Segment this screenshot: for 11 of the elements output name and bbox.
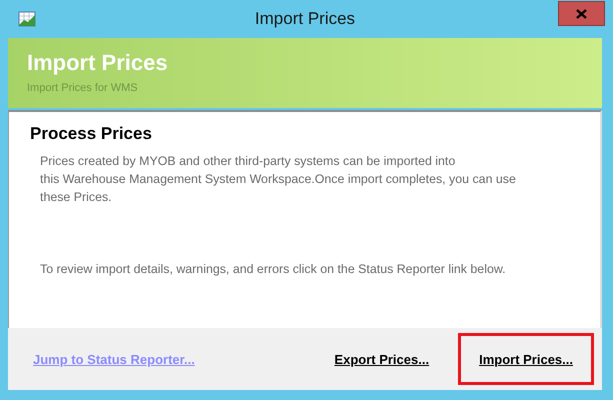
banner-subtitle: Import Prices for WMS <box>27 82 139 94</box>
note-text: To review import details, warnings, and errors click on the Status Reporter link below. <box>40 262 507 276</box>
close-button[interactable] <box>558 1 605 26</box>
action-link[interactable]: Export Prices... <box>313 333 450 385</box>
intro-text: Prices created by MYOB and other third-party systems can be imported into this Warehouse Management System Workspace.Once import completes, you can use these Prices. <box>40 153 517 206</box>
banner-title: Import Prices <box>27 50 169 76</box>
close-icon <box>576 8 587 18</box>
action-link[interactable]: Import Prices... <box>458 333 594 385</box>
window-title: Import Prices <box>254 9 356 29</box>
section-heading: Process Prices <box>30 124 153 144</box>
chart-icon <box>18 11 36 27</box>
